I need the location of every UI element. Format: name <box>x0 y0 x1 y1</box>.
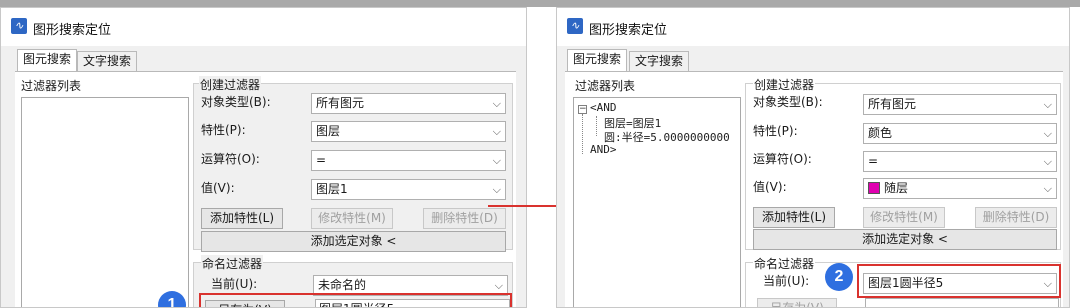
left-filter-list-label: 过滤器列表 <box>21 79 82 93</box>
left-tab-element-search[interactable]: 图元搜索 <box>17 49 78 72</box>
right-object-type-value: 所有图元 <box>868 97 917 111</box>
right-create-filter-legend: 创建过滤器 <box>753 76 816 93</box>
right-save-as-name-input[interactable] <box>865 298 1059 307</box>
left-property-value: 图层 <box>316 124 341 138</box>
chevron-down-icon: ⌵ <box>492 125 501 138</box>
tree-connector <box>582 114 583 154</box>
find-locate-icon: ∿ <box>567 18 583 34</box>
right-operator-value: = <box>868 154 879 168</box>
left-title-bar: ∿ 图形搜索定位 <box>1 8 526 46</box>
right-title: 图形搜索定位 <box>589 23 668 38</box>
left-operator-value: = <box>316 153 327 167</box>
left-save-highlight <box>199 293 512 307</box>
right-property-label: 特性(P): <box>753 124 798 138</box>
left-add-property-button[interactable]: 添加特性(L) <box>201 208 283 229</box>
right-operator-select[interactable]: = ⌵ <box>863 151 1057 172</box>
top-strip <box>0 0 1080 7</box>
left-value-select[interactable]: 图层1 ⌵ <box>311 179 506 200</box>
left-modify-property-button[interactable]: 修改特性(M) <box>311 208 393 229</box>
left-object-type-label: 对象类型(B): <box>201 95 271 109</box>
right-object-type-label: 对象类型(B): <box>753 95 823 109</box>
left-add-selected-button[interactable]: 添加选定对象 < <box>201 231 506 252</box>
right-object-type-select[interactable]: 所有图元 ⌵ <box>863 94 1057 115</box>
collapse-icon[interactable]: − <box>578 105 587 114</box>
chevron-down-icon: ⌵ <box>1043 98 1052 111</box>
left-operator-select[interactable]: = ⌵ <box>311 150 506 171</box>
right-modify-property-button[interactable]: 修改特性(M) <box>863 207 945 228</box>
right-value-label: 值(V): <box>753 180 787 194</box>
tree-root[interactable]: <AND <box>590 101 617 114</box>
left-property-select[interactable]: 图层 ⌵ <box>311 121 506 142</box>
right-current-highlight <box>857 264 1061 298</box>
right-add-property-button[interactable]: 添加特性(L) <box>753 207 835 228</box>
tree-end[interactable]: AND> <box>590 143 617 156</box>
right-dialog: ∿ 图形搜索定位 图元搜索 文字搜索 过滤器列表 − <AND 图层=图层1 圆… <box>556 7 1070 308</box>
left-operator-label: 运算符(O): <box>201 152 260 166</box>
left-value-value: 图层1 <box>316 182 348 196</box>
right-filter-list-label: 过滤器列表 <box>575 79 636 93</box>
left-named-filter-legend: 命名过滤器 <box>201 255 264 272</box>
left-current-label: 当前(U): <box>211 277 258 291</box>
tree-child-radius[interactable]: 圆:半径=5.0000000000 <box>604 129 730 145</box>
chevron-down-icon: ⌵ <box>1043 155 1052 168</box>
chevron-down-icon: ⌵ <box>492 97 501 110</box>
left-object-type-value: 所有图元 <box>316 96 365 110</box>
left-create-filter-legend: 创建过滤器 <box>199 76 262 93</box>
left-tab-text-search[interactable]: 文字搜索 <box>77 51 138 72</box>
left-object-type-select[interactable]: 所有图元 ⌵ <box>311 93 506 114</box>
right-value-select[interactable]: 随层 ⌵ <box>863 178 1057 199</box>
left-tab-panel: 过滤器列表 创建过滤器 对象类型(B): 所有图元 ⌵ 特性(P): 图层 ⌵ … <box>15 71 516 307</box>
chevron-down-icon: ⌵ <box>1043 182 1052 195</box>
right-add-selected-button[interactable]: 添加选定对象 < <box>753 229 1057 250</box>
right-filter-tree[interactable]: − <AND 图层=图层1 圆:半径=5.0000000000 AND> <box>573 97 741 307</box>
step-badge-2: 2 <box>825 263 853 291</box>
left-filter-list[interactable] <box>21 97 189 307</box>
find-locate-icon: ∿ <box>11 18 27 34</box>
left-title: 图形搜索定位 <box>33 23 112 38</box>
right-title-bar: ∿ 图形搜索定位 <box>557 8 1069 46</box>
right-save-as-button[interactable]: 另存为(V) <box>757 298 837 307</box>
right-tab-text-search[interactable]: 文字搜索 <box>629 51 690 72</box>
color-swatch <box>868 182 880 194</box>
tree-connector <box>596 116 597 136</box>
right-delete-property-button[interactable]: 删除特性(D) <box>975 207 1057 228</box>
right-property-select[interactable]: 颜色 ⌵ <box>863 123 1057 144</box>
right-property-value: 颜色 <box>868 126 893 140</box>
right-named-filter-legend: 命名过滤器 <box>753 255 816 272</box>
right-current-label: 当前(U): <box>763 274 810 288</box>
chevron-down-icon: ⌵ <box>492 154 501 167</box>
chevron-down-icon: ⌵ <box>1043 127 1052 140</box>
left-property-label: 特性(P): <box>201 123 246 137</box>
left-value-label: 值(V): <box>201 181 235 195</box>
right-operator-label: 运算符(O): <box>753 152 812 166</box>
left-dialog: ∿ 图形搜索定位 图元搜索 文字搜索 过滤器列表 创建过滤器 对象类型(B): … <box>0 7 527 308</box>
right-tab-element-search[interactable]: 图元搜索 <box>567 49 628 72</box>
right-value-value: 随层 <box>884 181 909 195</box>
